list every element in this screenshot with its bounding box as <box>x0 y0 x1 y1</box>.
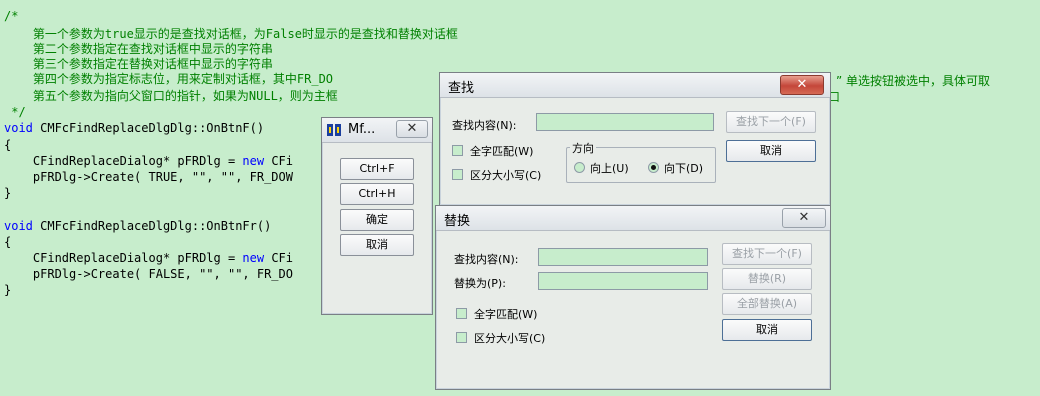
ok-button[interactable]: 确定 <box>340 209 414 231</box>
direction-group-title: 方向 <box>570 140 596 156</box>
code-line: */ <box>4 105 26 119</box>
replace-button[interactable]: 替换(R) <box>722 268 812 290</box>
code-line: 第三个参数指定在替换对话框中显示的字符串 <box>4 57 273 71</box>
find-dialog-titlebar[interactable]: 查找 <box>440 73 830 98</box>
find-dialog: 查找 ✕ 查找内容(N): 查找下一个(F) 取消 全字匹配(W) 区分大小写(… <box>439 72 831 206</box>
code-line: pFRDlg->Create( TRUE, "", "", FR_DOW <box>4 170 293 184</box>
find-what-label: 查找内容(N): <box>454 253 519 266</box>
direction-down-label: 向下(D) <box>664 162 704 175</box>
replace-dialog-titlebar[interactable]: 替换 <box>436 206 830 231</box>
code-line: 第四个参数为指定标志位，用来定制对话框，其中FR_DO <box>4 72 334 86</box>
match-whole-word-checkbox[interactable] <box>452 145 463 156</box>
replace-with-input[interactable] <box>538 272 708 290</box>
match-case-label: 区分大小写(C) <box>474 332 546 345</box>
code-line: { <box>4 138 12 152</box>
window-title: Mf... <box>348 122 376 137</box>
cancel-button[interactable]: 取消 <box>722 319 812 341</box>
find-what-input[interactable] <box>538 248 708 266</box>
close-icon[interactable]: ✕ <box>782 208 826 228</box>
dialog-title: 查找 <box>448 81 475 96</box>
close-icon[interactable]: ✕ <box>396 120 428 138</box>
find-next-button[interactable]: 查找下一个(F) <box>726 111 816 133</box>
code-overflow-text: ” 单选按钮被选中，具体可取 <box>836 74 991 88</box>
code-line: CFindReplaceDialog* pFRDlg = new CFi <box>4 251 294 265</box>
code-line: } <box>4 186 12 200</box>
code-line: } <box>4 283 12 297</box>
cancel-button[interactable]: 取消 <box>726 140 816 162</box>
match-whole-word-checkbox[interactable] <box>456 308 467 319</box>
direction-down-radio[interactable] <box>648 162 659 173</box>
code-line: 第一个参数为true显示的是查找对话框，为False时显示的是查找和替换对话框 <box>4 27 458 41</box>
code-line: /* <box>4 9 19 23</box>
dialog-title: 替换 <box>444 214 471 229</box>
ctrl-h-button[interactable]: Ctrl+H <box>340 183 414 205</box>
replace-dialog: 替换 ✕ 查找内容(N): 替换为(P): 查找下一个(F) 替换(R) 全部替… <box>435 205 831 390</box>
code-line: { <box>4 235 12 249</box>
match-case-checkbox[interactable] <box>452 169 463 180</box>
code-line: void CMFcFindReplaceDlgDlg::OnBtnFr() <box>4 219 272 233</box>
code-text: CMFcFindReplaceDlgDlg::OnBtnF() <box>32 121 265 135</box>
cancel-button[interactable]: 取消 <box>340 234 414 256</box>
match-whole-word-label: 全字匹配(W) <box>474 308 538 321</box>
app-icon <box>327 124 341 136</box>
find-next-button[interactable]: 查找下一个(F) <box>722 243 812 265</box>
replace-all-button[interactable]: 全部替换(A) <box>722 293 812 315</box>
code-line: CFindReplaceDialog* pFRDlg = new CFi <box>4 154 294 168</box>
replace-with-label: 替换为(P): <box>454 277 506 290</box>
ctrl-f-button[interactable]: Ctrl+F <box>340 158 414 180</box>
code-line: pFRDlg->Create( FALSE, "", "", FR_DO <box>4 267 293 281</box>
code-line: void CMFcFindReplaceDlgDlg::OnBtnF() <box>4 121 265 135</box>
direction-up-label: 向上(U) <box>590 162 629 175</box>
code-line: 第二个参数指定在查找对话框中显示的字符串 <box>4 42 273 56</box>
close-icon[interactable]: ✕ <box>780 75 824 95</box>
find-what-input[interactable] <box>536 113 714 131</box>
mf-app-window: Mf... ✕ Ctrl+F Ctrl+H 确定 取消 <box>321 117 433 315</box>
direction-up-radio[interactable] <box>574 162 585 173</box>
match-whole-word-label: 全字匹配(W) <box>470 145 534 158</box>
find-what-label: 查找内容(N): <box>452 119 517 132</box>
match-case-label: 区分大小写(C) <box>470 169 542 182</box>
match-case-checkbox[interactable] <box>456 332 467 343</box>
code-line: 第五个参数为指向父窗口的指针，如果为NULL，则为主框 <box>4 89 338 103</box>
